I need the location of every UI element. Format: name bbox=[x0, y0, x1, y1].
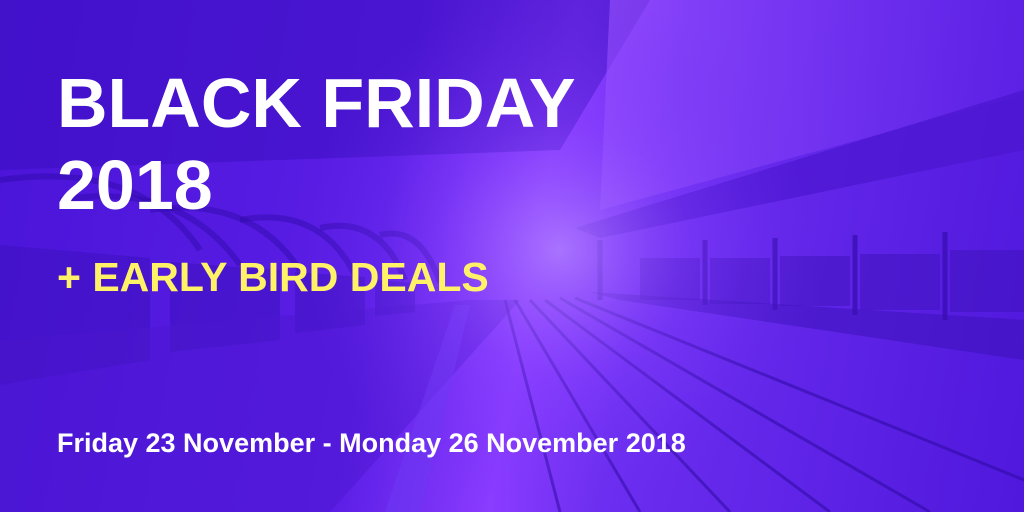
date-range: Friday 23 November - Monday 26 November … bbox=[57, 428, 686, 458]
headline-line-1: BLACK FRIDAY bbox=[57, 64, 576, 142]
headline: BLACK FRIDAY 2018 bbox=[57, 62, 576, 226]
black-friday-banner: BLACK FRIDAY 2018 + EARLY BIRD DEALS Fri… bbox=[0, 0, 1024, 512]
headline-line-2: 2018 bbox=[57, 146, 213, 224]
subheadline: + EARLY BIRD DEALS bbox=[57, 254, 489, 300]
